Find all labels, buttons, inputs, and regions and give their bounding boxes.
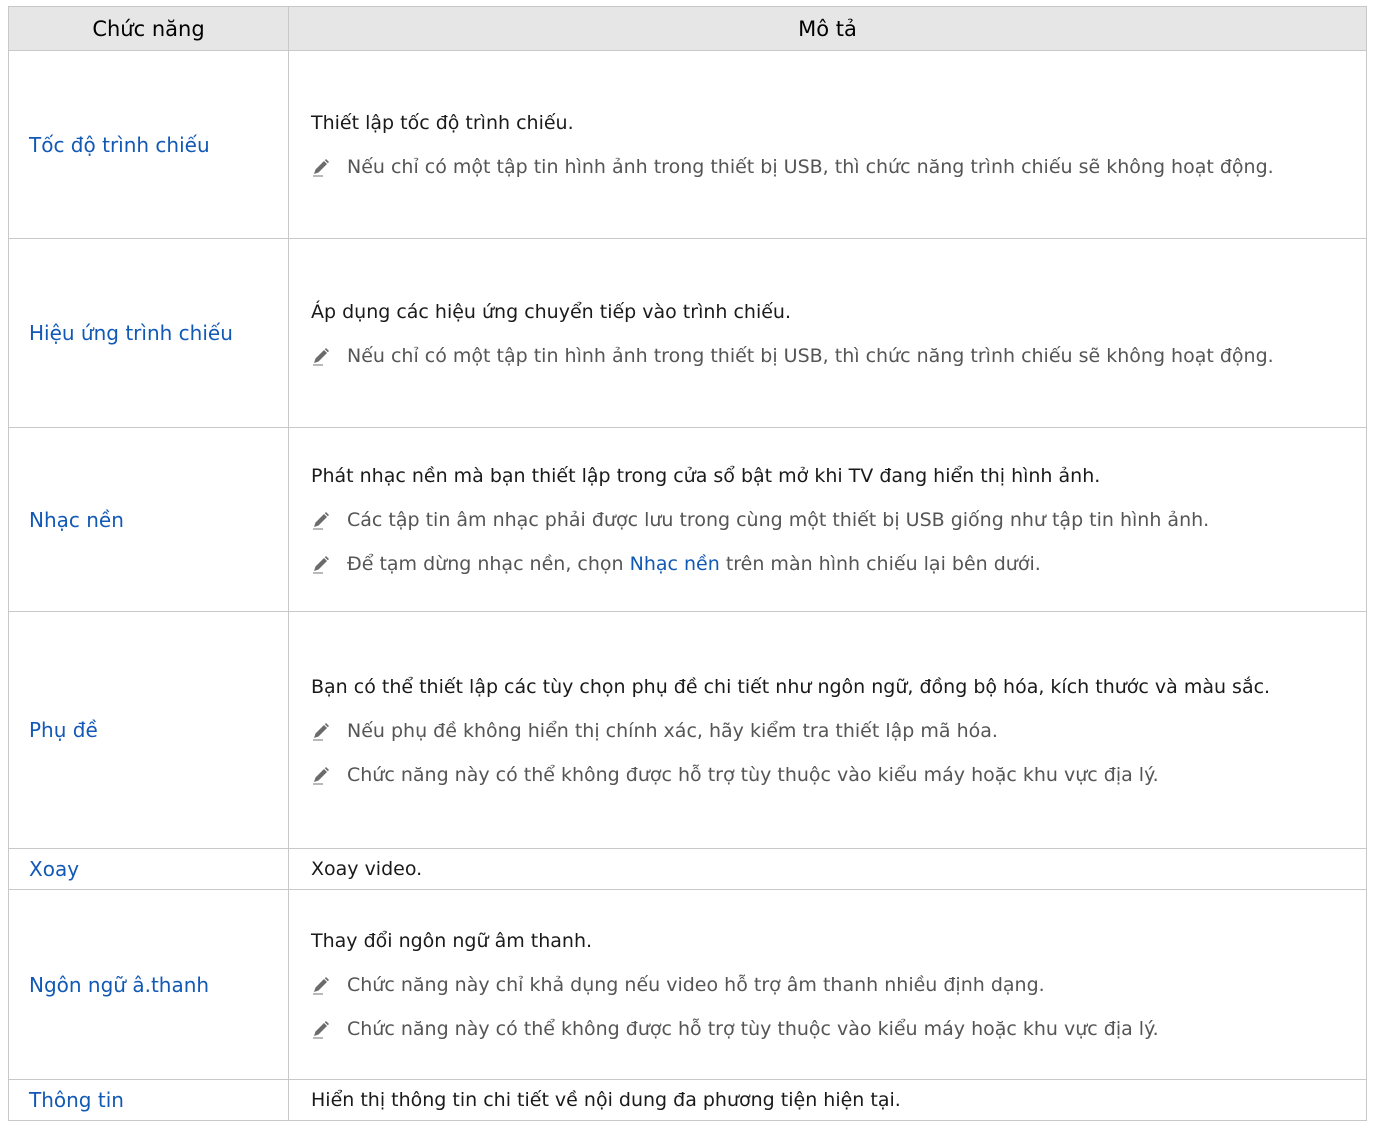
- description-text: Thiết lập tốc độ trình chiếu.: [311, 112, 574, 134]
- note-text: Chức năng này chỉ khả dụng nếu video hỗ …: [347, 974, 1045, 996]
- note-text: Các tập tin âm nhạc phải được lưu trong …: [347, 509, 1210, 531]
- function-description: Thiết lập tốc độ trình chiếu. Nếu chỉ có…: [288, 50, 1367, 239]
- note-text-after: trên màn hình chiếu lại bên dưới.: [719, 553, 1041, 575]
- table-row: Nhạc nền Phát nhạc nền mà bạn thiết lập …: [8, 427, 1367, 612]
- pencil-icon: [311, 549, 347, 579]
- header-description: Mô tả: [288, 6, 1367, 51]
- note: Nếu chỉ có một tập tin hình ảnh trong th…: [311, 152, 1336, 182]
- note-text: Nếu chỉ có một tập tin hình ảnh trong th…: [347, 344, 1274, 367]
- description-text: Thay đổi ngôn ngữ âm thanh.: [311, 930, 593, 952]
- feature-table: Chức năng Mô tả Tốc độ trình chiếu Thiết…: [8, 6, 1367, 1121]
- table-row: Ngôn ngữ â.thanh Thay đổi ngôn ngữ âm th…: [8, 889, 1367, 1080]
- pencil-icon: [311, 1014, 347, 1044]
- note-text: Chức năng này có thể không được hỗ trợ t…: [347, 763, 1159, 786]
- function-name[interactable]: Phụ đề: [8, 611, 289, 849]
- description-text: Xoay video.: [311, 858, 423, 880]
- function-description: Phát nhạc nền mà bạn thiết lập trong cửa…: [288, 427, 1367, 612]
- description-text: Hiển thị thông tin chi tiết về nội dung …: [311, 1089, 901, 1111]
- pencil-icon: [311, 760, 347, 790]
- function-name[interactable]: Ngôn ngữ â.thanh: [8, 889, 289, 1080]
- function-description: Hiển thị thông tin chi tiết về nội dung …: [288, 1079, 1367, 1121]
- note-text: Nếu chỉ có một tập tin hình ảnh trong th…: [347, 156, 1274, 178]
- table-row: Xoay Xoay video.: [8, 848, 1367, 890]
- note: Chức năng này có thể không được hỗ trợ t…: [311, 760, 1336, 790]
- note: Để tạm dừng nhạc nền, chọn Nhạc nền trên…: [311, 549, 1336, 579]
- pencil-icon: [311, 970, 347, 1000]
- note-text: Chức năng này có thể không được hỗ trợ t…: [347, 1018, 1159, 1040]
- note: Các tập tin âm nhạc phải được lưu trong …: [311, 505, 1336, 535]
- description-text: Phát nhạc nền mà bạn thiết lập trong cửa…: [311, 465, 1101, 487]
- table-row: Hiệu ứng trình chiếu Áp dụng các hiệu ứn…: [8, 238, 1367, 428]
- function-description: Áp dụng các hiệu ứng chuyển tiếp vào trì…: [288, 238, 1367, 428]
- function-name[interactable]: Xoay: [8, 848, 289, 890]
- header-function: Chức năng: [8, 6, 289, 51]
- function-description: Thay đổi ngôn ngữ âm thanh. Chức năng nà…: [288, 889, 1367, 1080]
- pencil-icon: [311, 152, 347, 182]
- note: Chức năng này có thể không được hỗ trợ t…: [311, 1014, 1336, 1044]
- note-text-before: Để tạm dừng nhạc nền, chọn: [347, 553, 630, 575]
- function-name[interactable]: Tốc độ trình chiếu: [8, 50, 289, 239]
- function-description: Bạn có thể thiết lập các tùy chọn phụ đề…: [288, 611, 1367, 849]
- function-name[interactable]: Nhạc nền: [8, 427, 289, 612]
- table-header-row: Chức năng Mô tả: [8, 6, 1367, 51]
- pencil-icon: [311, 341, 347, 371]
- note-text: Để tạm dừng nhạc nền, chọn Nhạc nền trên…: [347, 549, 1336, 579]
- pencil-icon: [311, 505, 347, 535]
- note: Chức năng này chỉ khả dụng nếu video hỗ …: [311, 970, 1336, 1000]
- function-name[interactable]: Hiệu ứng trình chiếu: [8, 238, 289, 428]
- pencil-icon: [311, 716, 347, 746]
- function-description: Xoay video.: [288, 848, 1367, 890]
- note: Nếu phụ đề không hiển thị chính xác, hãy…: [311, 716, 1336, 746]
- background-music-link[interactable]: Nhạc nền: [630, 553, 720, 575]
- table-row: Thông tin Hiển thị thông tin chi tiết về…: [8, 1079, 1367, 1121]
- table-row: Phụ đề Bạn có thể thiết lập các tùy chọn…: [8, 611, 1367, 849]
- description-text: Bạn có thể thiết lập các tùy chọn phụ đề…: [311, 675, 1271, 698]
- note-text: Nếu phụ đề không hiển thị chính xác, hãy…: [347, 719, 998, 742]
- function-name[interactable]: Thông tin: [8, 1079, 289, 1121]
- table-row: Tốc độ trình chiếu Thiết lập tốc độ trìn…: [8, 50, 1367, 239]
- description-text: Áp dụng các hiệu ứng chuyển tiếp vào trì…: [311, 300, 792, 323]
- note: Nếu chỉ có một tập tin hình ảnh trong th…: [311, 341, 1336, 371]
